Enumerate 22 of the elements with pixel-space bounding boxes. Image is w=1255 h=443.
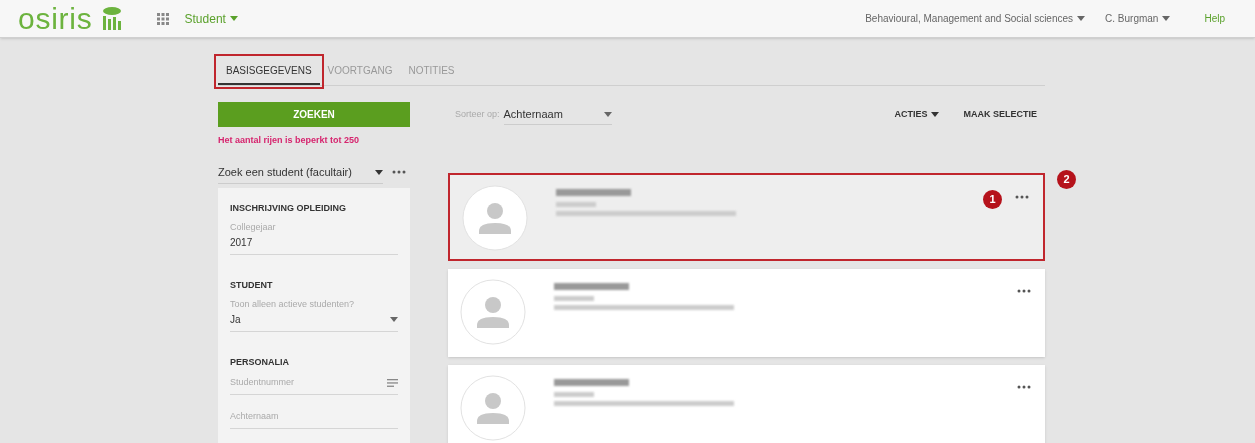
input-field[interactable]: Collegejaar 2017 [230,221,398,255]
faculty-menu[interactable]: Behavioural, Management and Social sciences [865,11,1086,26]
input-field[interactable]: Toon alleen actieve studenten? Ja [230,298,398,332]
field-placeholder: Achternaam [230,410,280,424]
limit-message: Het aantal rijen is beperkt tot 250 [218,134,361,147]
action-button[interactable]: MAAK SELECTIE [963,107,1037,122]
field-value: 2017 [230,236,254,250]
sort-dropdown[interactable]: Achternaam [503,104,612,125]
search-button[interactable]: ZOEKEN [218,102,410,127]
user-menu[interactable]: C. Burgman [1105,11,1171,26]
section-title: PERSONALIA [230,355,290,369]
field-label: Toon alleen actieve studenten? [230,298,356,311]
module-menu[interactable]: Student [184,9,238,28]
field-label: Collegejaar [230,221,277,234]
action-button[interactable]: ACTIES [894,107,940,122]
search-profile-dropdown[interactable]: Zoek een student (facultair) [218,161,383,184]
help-link[interactable]: Help [1204,11,1225,26]
field-placeholder: Studentnummer [230,376,296,390]
section-title: INSCHRIJVING OPLEIDING [230,201,347,215]
section-title: STUDENT [230,278,274,292]
callout-marker: 2 [1057,170,1076,189]
field-value: Ja [230,313,242,327]
